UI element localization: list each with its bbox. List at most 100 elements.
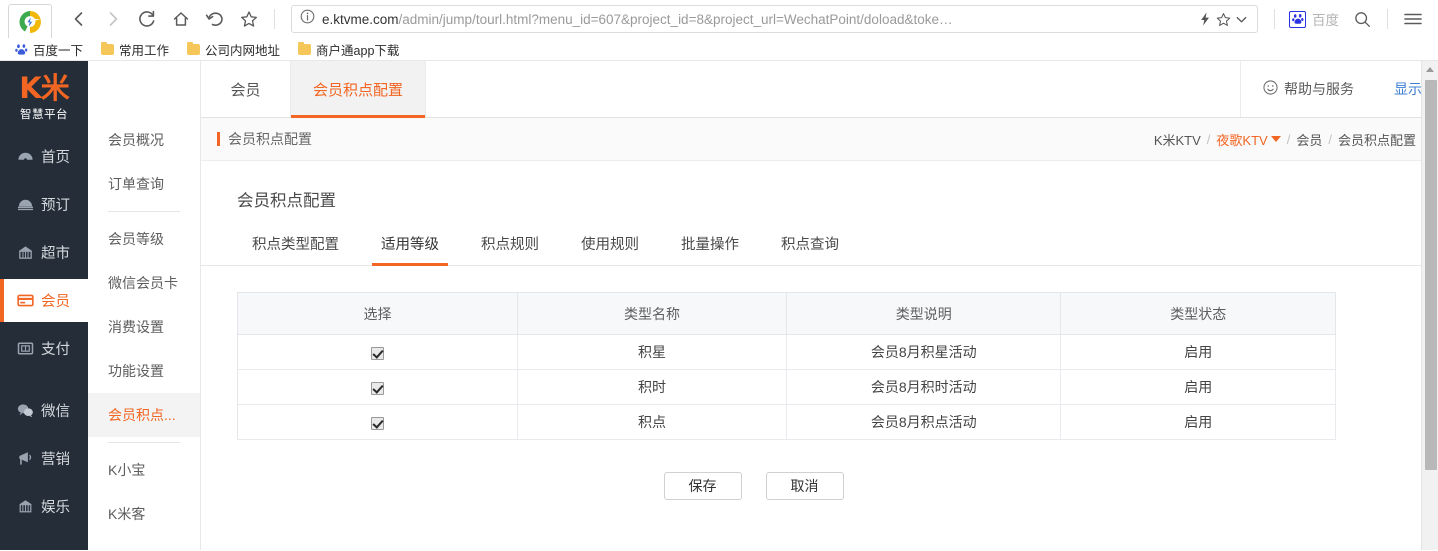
subtab-applicable-levels[interactable]: 适用等级 — [360, 233, 460, 266]
tabstrip-actions: 帮助与服务 显示 — [1240, 61, 1438, 117]
history-button[interactable] — [198, 2, 232, 36]
subtab-point-rules[interactable]: 积点规则 — [460, 233, 560, 265]
sidebar-item-label: 娱乐 — [41, 500, 70, 517]
sidebar-item-consumption-settings[interactable]: 消费设置 — [88, 305, 200, 349]
row-checkbox[interactable] — [370, 346, 384, 360]
sidebar-item-kxiaobao[interactable]: K小宝 — [88, 448, 200, 492]
sidebar-item-function-settings[interactable]: 功能设置 — [88, 349, 200, 393]
subtab-point-query[interactable]: 积点查询 — [760, 233, 860, 265]
cancel-button[interactable]: 取消 — [765, 472, 844, 500]
content-subtabs: 积点类型配置 适用等级 积点规则 使用规则 批量操作 积点查询 — [201, 233, 1438, 266]
page-title: 会员积点配置 — [237, 192, 336, 210]
table-row: 积星 会员8月积星活动 启用 — [237, 334, 1336, 370]
omnibox-actions — [1197, 11, 1249, 28]
site-info-icon[interactable] — [300, 9, 315, 29]
browser-logo-tab[interactable] — [8, 4, 52, 38]
home-button[interactable] — [164, 2, 198, 36]
folder-icon — [101, 41, 115, 55]
toolbar-right-group — [1345, 2, 1430, 36]
sidebar-item-member-level[interactable]: 会员等级 — [88, 217, 200, 261]
sidebar-item-store[interactable]: 超市 — [0, 231, 88, 274]
help-label: 帮助与服务 — [1284, 81, 1354, 97]
bookmark-label: 百度一下 — [33, 43, 84, 58]
cell-type-status: 启用 — [1060, 334, 1336, 370]
submenu-label: K小宝 — [108, 462, 146, 478]
sidebar-item-wechat[interactable]: 微信 — [0, 389, 88, 432]
breadcrumb-item-org[interactable]: 夜歌KTV — [1216, 130, 1281, 149]
bookmark-item[interactable]: 百度一下 — [6, 40, 92, 59]
row-checkbox[interactable] — [370, 416, 384, 430]
breadcrumb-org-label: 夜歌KTV — [1216, 132, 1268, 148]
sidebar-item-member[interactable]: 会员 — [0, 279, 88, 323]
marketing-icon — [17, 450, 34, 467]
table-container: 选择 类型名称 类型说明 类型状态 积星 会员8月积星活动 启用 积时 会员8月… — [201, 266, 1438, 500]
sidebar-item-wechat-card[interactable]: 微信会员卡 — [88, 261, 200, 305]
star-icon[interactable] — [1215, 11, 1232, 28]
help-and-service-button[interactable]: 帮助与服务 — [1263, 79, 1354, 99]
subtab-label: 积点规则 — [481, 237, 539, 253]
page-scrollbar[interactable] — [1421, 61, 1438, 550]
bookmark-item[interactable]: 常用工作 — [92, 40, 178, 59]
subtab-usage-rules[interactable]: 使用规则 — [560, 233, 660, 265]
smiley-icon — [1263, 80, 1278, 98]
save-button[interactable]: 保存 — [663, 472, 742, 500]
sidebar-item-home[interactable]: 首页 — [0, 135, 88, 178]
breadcrumb-separator: / — [1328, 131, 1332, 147]
breadcrumb-item-current: 会员积点配置 — [1337, 132, 1416, 148]
menu-hamburger-icon[interactable] — [1396, 2, 1430, 36]
scroll-up-button[interactable] — [1422, 61, 1438, 78]
show-link[interactable]: 显示 — [1394, 79, 1422, 99]
sidebar-item-entertainment[interactable]: 娱乐 — [0, 485, 88, 528]
lightning-icon[interactable] — [1197, 11, 1213, 27]
cell-type-desc: 会员8月积点活动 — [785, 404, 1062, 440]
sidebar-item-order-query[interactable]: 订单查询 — [88, 162, 200, 206]
url-path: /admin/jump/tourl.html?menu_id=607&proje… — [398, 11, 953, 27]
search-icon[interactable] — [1345, 2, 1379, 36]
sidebar-item-marketing[interactable]: 营销 — [0, 437, 88, 480]
sidebar-item-label: 营销 — [41, 452, 70, 469]
scrollbar-thumb[interactable] — [1425, 80, 1437, 470]
sidebar-item-booking[interactable]: 预订 — [0, 183, 88, 226]
sidebar-item-member-overview[interactable]: 会员概况 — [88, 118, 200, 162]
browser-logo-icon — [17, 9, 43, 35]
breadcrumb-bar: 会员积点配置 K米KTV / 夜歌KTV / 会员 / 会员积点配置 — [201, 118, 1438, 161]
cell-select — [237, 404, 518, 440]
sidebar-item-label: 首页 — [41, 150, 70, 167]
membercard-icon — [17, 292, 34, 309]
submenu-label: 微信会员卡 — [108, 275, 178, 291]
toolbar-divider-3 — [1387, 9, 1388, 29]
address-bar[interactable]: e.ktvme.com/admin/jump/tourl.html?menu_i… — [291, 5, 1258, 33]
row-checkbox[interactable] — [370, 381, 384, 395]
subtab-label: 积点查询 — [781, 237, 839, 253]
search-engine-selector[interactable]: 百度 — [1283, 9, 1345, 29]
breadcrumb-item-member[interactable]: 会员 — [1296, 130, 1322, 149]
sidebar-item-member-points[interactable]: 会员积点... — [88, 393, 200, 437]
submenu-label: 会员等级 — [108, 231, 164, 247]
search-engine-label: 百度 — [1312, 13, 1339, 28]
reload-button[interactable] — [130, 2, 164, 36]
chevron-down-icon[interactable] — [1234, 12, 1249, 27]
breadcrumb-item-root[interactable]: K米KTV — [1154, 130, 1201, 149]
table-row: 积时 会员8月积时活动 启用 — [237, 369, 1336, 405]
tab-member[interactable]: 会员 — [201, 61, 291, 117]
subtab-point-type-config[interactable]: 积点类型配置 — [231, 233, 360, 265]
sidebar-item-payment[interactable]: 支付 — [0, 327, 88, 370]
bookmark-item[interactable]: 公司内网地址 — [178, 40, 289, 59]
subtab-label: 积点类型配置 — [252, 237, 339, 253]
cell-type-status: 启用 — [1060, 404, 1336, 440]
app-tabstrip: 会员 会员积点配置 帮助与服务 显示 — [201, 61, 1438, 118]
subtab-batch-operations[interactable]: 批量操作 — [660, 233, 760, 265]
bookmark-label: 公司内网地址 — [205, 43, 281, 58]
tab-label: 会员积点配置 — [313, 81, 404, 99]
store-icon — [17, 244, 34, 261]
tab-member-points-config[interactable]: 会员积点配置 — [291, 61, 427, 118]
forward-button[interactable] — [96, 2, 130, 36]
bookmark-item[interactable]: 商户通app下载 — [289, 40, 408, 59]
browser-toolbar: e.ktvme.com/admin/jump/tourl.html?menu_i… — [0, 0, 1438, 38]
browser-chrome: e.ktvme.com/admin/jump/tourl.html?menu_i… — [0, 0, 1438, 61]
sidebar-item-kmike[interactable]: K米客 — [88, 492, 200, 536]
bookmark-star-button[interactable] — [232, 2, 266, 36]
back-button[interactable] — [62, 2, 96, 36]
cell-type-name: 积点 — [516, 404, 787, 440]
